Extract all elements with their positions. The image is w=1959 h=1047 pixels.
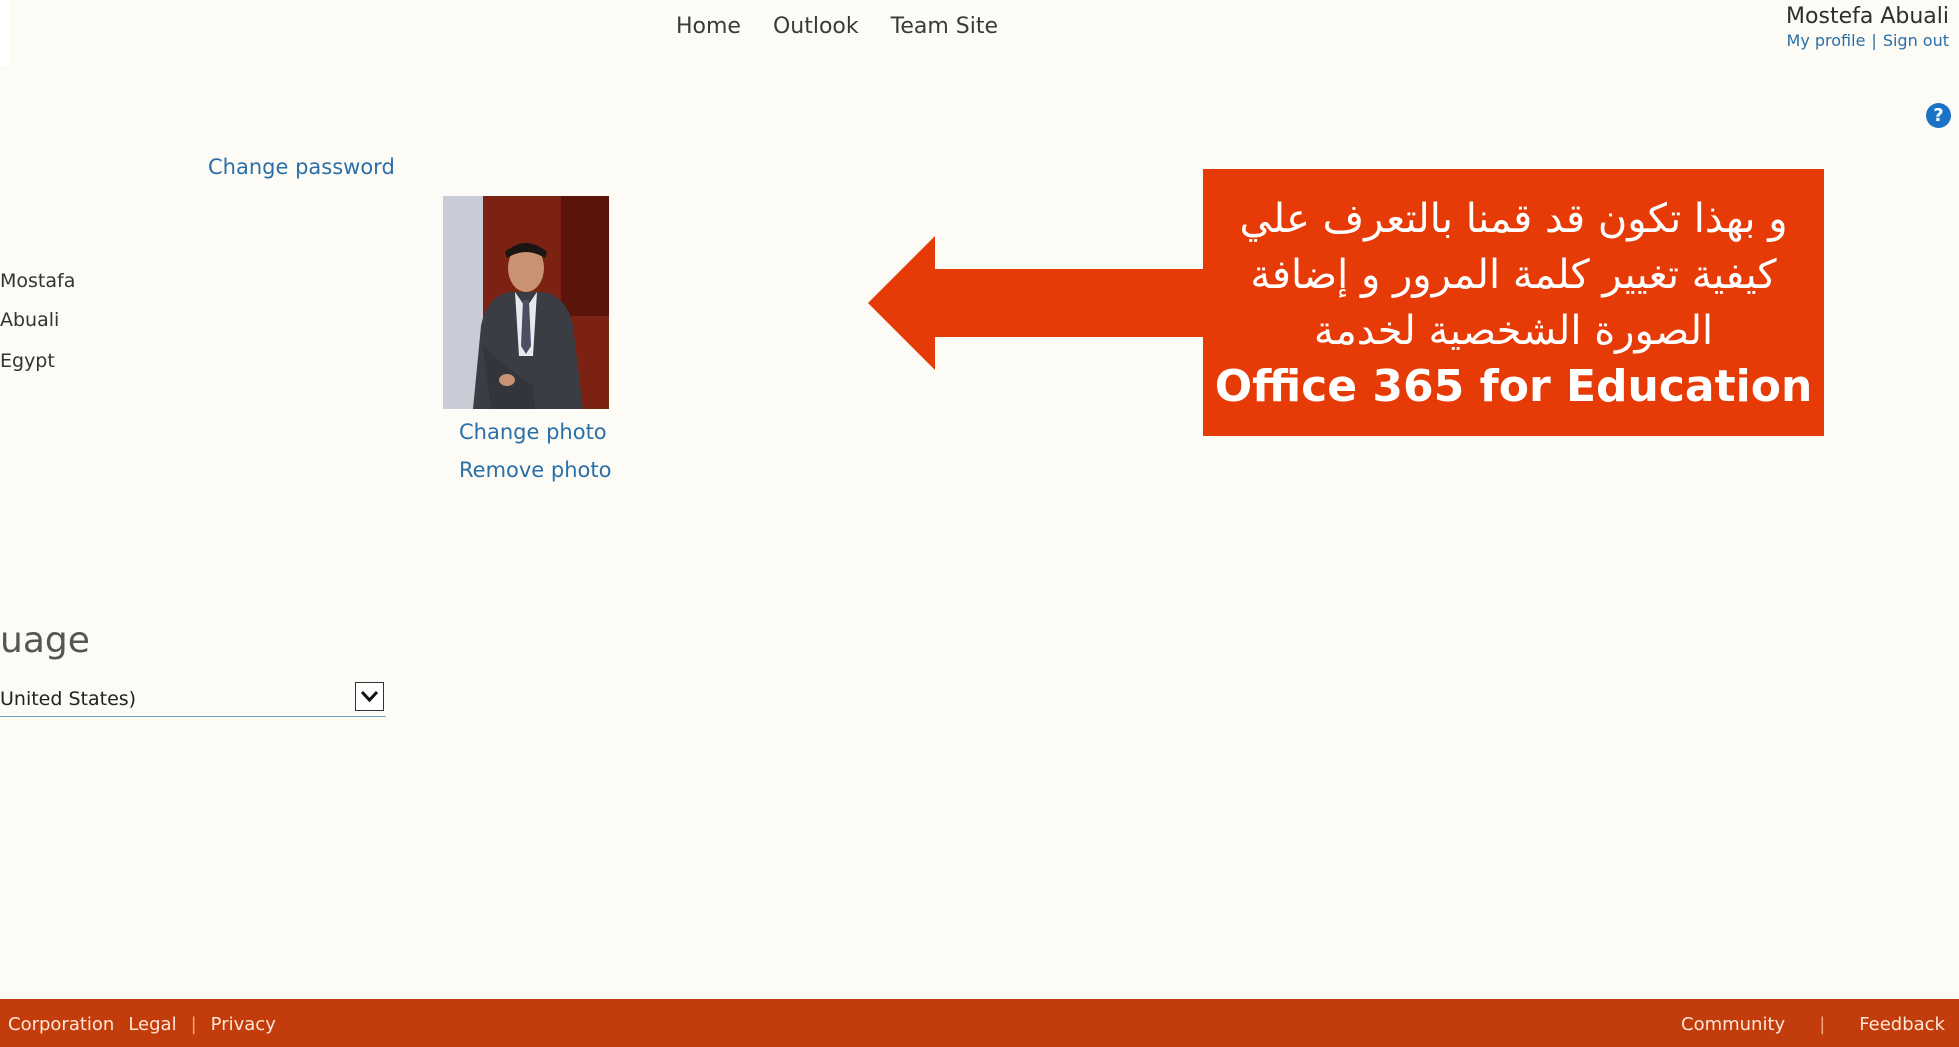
footer-left-links: Corporation Legal | Privacy bbox=[8, 1014, 276, 1035]
footer-legal-link[interactable]: Legal bbox=[128, 1014, 176, 1035]
footer-corporation-link[interactable]: Corporation bbox=[8, 1014, 114, 1035]
profile-photo bbox=[443, 196, 609, 409]
change-password-link[interactable]: Change password bbox=[208, 155, 395, 179]
help-icon[interactable]: ? bbox=[1926, 103, 1951, 128]
user-panel: Mostefa Abuali My profile | Sign out bbox=[1786, 4, 1949, 50]
user-links-separator: | bbox=[1871, 31, 1877, 50]
remove-photo-link[interactable]: Remove photo bbox=[459, 451, 611, 489]
country-value: Egypt bbox=[0, 350, 55, 372]
photo-actions: Change photo Remove photo bbox=[459, 413, 611, 489]
first-name-value: Mostafa bbox=[0, 270, 76, 292]
callout-text-line3: الصورة الشخصية لخدمة bbox=[1313, 308, 1714, 354]
my-profile-link[interactable]: My profile bbox=[1787, 31, 1866, 50]
nav-team-site[interactable]: Team Site bbox=[891, 14, 998, 39]
callout-box: و بهذا تكون قد قمنا بالتعرف علي كيفية تغ… bbox=[1203, 169, 1824, 436]
language-select-value: United States) bbox=[0, 688, 137, 710]
top-navigation: Home Outlook Team Site bbox=[676, 14, 998, 39]
language-select[interactable]: United States) bbox=[0, 682, 386, 717]
header-corner-box bbox=[0, 0, 10, 66]
callout-product-name: Office 365 for Education bbox=[1214, 361, 1813, 412]
nav-outlook[interactable]: Outlook bbox=[773, 14, 859, 39]
chevron-down-icon[interactable] bbox=[355, 682, 384, 711]
sign-out-link[interactable]: Sign out bbox=[1883, 31, 1949, 50]
user-name: Mostefa Abuali bbox=[1786, 4, 1949, 29]
last-name-value: Abuali bbox=[0, 309, 60, 331]
callout-text-line2: كيفية تغيير كلمة المرور و إضافة bbox=[1250, 252, 1777, 298]
change-photo-link[interactable]: Change photo bbox=[459, 413, 611, 451]
footer-privacy-link[interactable]: Privacy bbox=[211, 1014, 276, 1035]
footer-community-link[interactable]: Community bbox=[1681, 1014, 1785, 1035]
left-arrow-shape bbox=[868, 236, 1208, 370]
footer-separator: | bbox=[190, 1014, 197, 1035]
footer-separator-right: | bbox=[1819, 1014, 1826, 1035]
user-links: My profile | Sign out bbox=[1786, 31, 1949, 50]
footer-bar: Corporation Legal | Privacy Community | … bbox=[0, 999, 1959, 1047]
footer-right-links: Community | Feedback bbox=[1681, 1014, 1945, 1035]
language-section-title: uage bbox=[0, 620, 90, 661]
callout-text-line1: و بهذا تكون قد قمنا بالتعرف علي bbox=[1239, 196, 1788, 242]
nav-home[interactable]: Home bbox=[676, 14, 741, 39]
footer-feedback-link[interactable]: Feedback bbox=[1859, 1014, 1945, 1035]
